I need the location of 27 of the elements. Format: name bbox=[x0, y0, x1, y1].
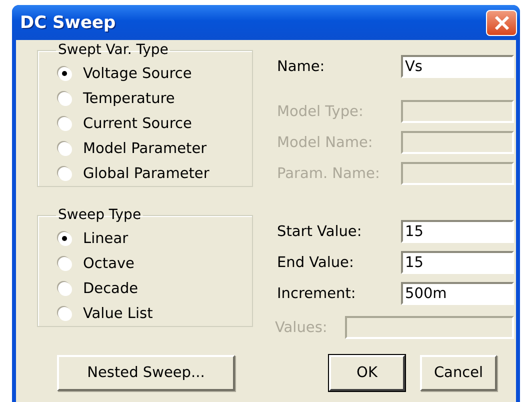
field-label: Start Value: bbox=[277, 224, 363, 240]
text-field[interactable]: Vs bbox=[401, 55, 514, 78]
radio-option[interactable]: Value List bbox=[58, 301, 153, 326]
radio-option[interactable]: Current Source bbox=[58, 111, 192, 136]
radio-option[interactable]: Linear bbox=[58, 226, 128, 251]
field-label: Name: bbox=[277, 58, 326, 74]
radio-option[interactable]: Temperature bbox=[58, 86, 175, 111]
group-title: Sweep Type bbox=[57, 207, 142, 224]
group-title: Swept Var. Type bbox=[57, 42, 170, 59]
radio-option[interactable]: Voltage Source bbox=[58, 61, 192, 86]
field-label: Param. Name: bbox=[277, 166, 381, 182]
dialog-button[interactable]: OK bbox=[329, 355, 405, 391]
radio-option[interactable]: Model Parameter bbox=[58, 136, 207, 161]
window-title: DC Sweep bbox=[20, 12, 116, 32]
field-label: Model Type: bbox=[277, 104, 364, 120]
dialog-button[interactable]: Cancel bbox=[420, 355, 497, 391]
field-label: Increment: bbox=[277, 286, 357, 302]
text-field[interactable]: 15 bbox=[401, 251, 514, 274]
radio-option[interactable]: Decade bbox=[58, 276, 138, 301]
radio-option[interactable]: Global Parameter bbox=[58, 161, 210, 186]
field-label: End Value: bbox=[277, 254, 355, 270]
text-field[interactable]: 500m bbox=[401, 282, 514, 305]
dialog-button[interactable]: Nested Sweep... bbox=[57, 355, 235, 391]
field-label: Model Name: bbox=[277, 134, 374, 150]
field-label: Values: bbox=[275, 320, 328, 336]
radio-option[interactable]: Octave bbox=[58, 251, 134, 276]
text-field[interactable]: 15 bbox=[401, 220, 514, 243]
